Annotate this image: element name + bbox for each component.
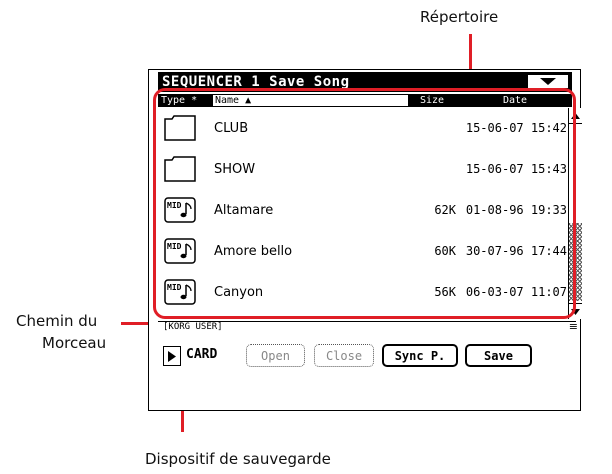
file-row[interactable]: MID Canyon 56K 06-03-07 11:07: [158, 272, 567, 313]
device-select-button[interactable]: [163, 346, 181, 366]
triangle-down-icon: [540, 78, 556, 85]
file-date: 15-06-07 15:43: [465, 162, 567, 176]
triangle-right-icon: [168, 350, 176, 362]
save-song-screen: SEQUENCER 1 Save Song Type * Name ▲ Size…: [148, 69, 582, 411]
file-list: CLUB 15-06-07 15:42 SHOW 15-06-07 15:43 MID A…: [158, 108, 567, 316]
scroll-down-button[interactable]: [569, 303, 582, 319]
title-bar: SEQUENCER 1 Save Song: [158, 72, 572, 92]
file-name: Amore bello: [214, 244, 293, 259]
scroll-up-button[interactable]: [569, 108, 582, 124]
file-row[interactable]: MID Amore bello 60K 30-07-96 17:44: [158, 231, 567, 272]
midi-file-icon: MID: [164, 238, 196, 268]
file-size: 60K: [434, 244, 456, 258]
open-button[interactable]: Open: [246, 344, 305, 367]
scroll-down-icon: [571, 308, 580, 315]
file-name: CLUB: [214, 121, 249, 136]
folder-icon: [164, 156, 196, 186]
file-row[interactable]: CLUB 15-06-07 15:42: [158, 108, 567, 149]
path-bar: [KORG USER] ≡: [158, 321, 578, 334]
sync-p-button[interactable]: Sync P.: [382, 344, 458, 367]
callout-song-path-label-2: Morceau: [42, 334, 107, 352]
file-date: 06-03-07 11:07: [465, 285, 567, 299]
scrollbar[interactable]: [568, 108, 582, 319]
file-date: 30-07-96 17:44: [465, 244, 567, 258]
page-menu-button[interactable]: [527, 74, 569, 89]
midi-icon-text: MID: [167, 201, 182, 210]
file-row[interactable]: MID Altamare 62K 01-08-96 19:33: [158, 190, 567, 231]
save-button[interactable]: Save: [465, 344, 532, 367]
file-name: Canyon: [214, 285, 264, 300]
current-path: [KORG USER]: [163, 322, 223, 332]
column-name[interactable]: Name ▲: [213, 95, 408, 106]
column-date[interactable]: Date: [503, 94, 527, 107]
scroll-up-icon: [571, 112, 580, 119]
page-title: SEQUENCER 1 Save Song: [162, 74, 350, 90]
column-type[interactable]: Type *: [161, 94, 197, 107]
hamburger-icon[interactable]: ≡: [569, 321, 578, 332]
file-date: 01-08-96 19:33: [465, 203, 567, 217]
callout-repertoire-label: Répertoire: [420, 8, 499, 26]
device-label: CARD: [186, 347, 218, 362]
midi-icon-text: MID: [167, 283, 182, 292]
file-name: SHOW: [214, 162, 256, 177]
scroll-thumb[interactable]: [569, 223, 582, 301]
file-date: 15-06-07 15:42: [465, 121, 567, 135]
file-row[interactable]: SHOW 15-06-07 15:43: [158, 149, 567, 190]
midi-file-icon: MID: [164, 197, 196, 227]
column-size[interactable]: Size: [420, 94, 444, 107]
midi-icon-text: MID: [167, 242, 182, 251]
close-button[interactable]: Close: [314, 344, 374, 367]
folder-icon: [164, 115, 196, 145]
list-header: Type * Name ▲ Size Date: [158, 94, 572, 107]
file-size: 56K: [434, 285, 456, 299]
callout-song-path-label-1: Chemin du: [16, 312, 98, 330]
midi-file-icon: MID: [164, 279, 196, 309]
file-name: Altamare: [214, 203, 274, 218]
file-size: 62K: [434, 203, 456, 217]
callout-device-label: Dispositif de sauvegarde: [145, 450, 331, 468]
